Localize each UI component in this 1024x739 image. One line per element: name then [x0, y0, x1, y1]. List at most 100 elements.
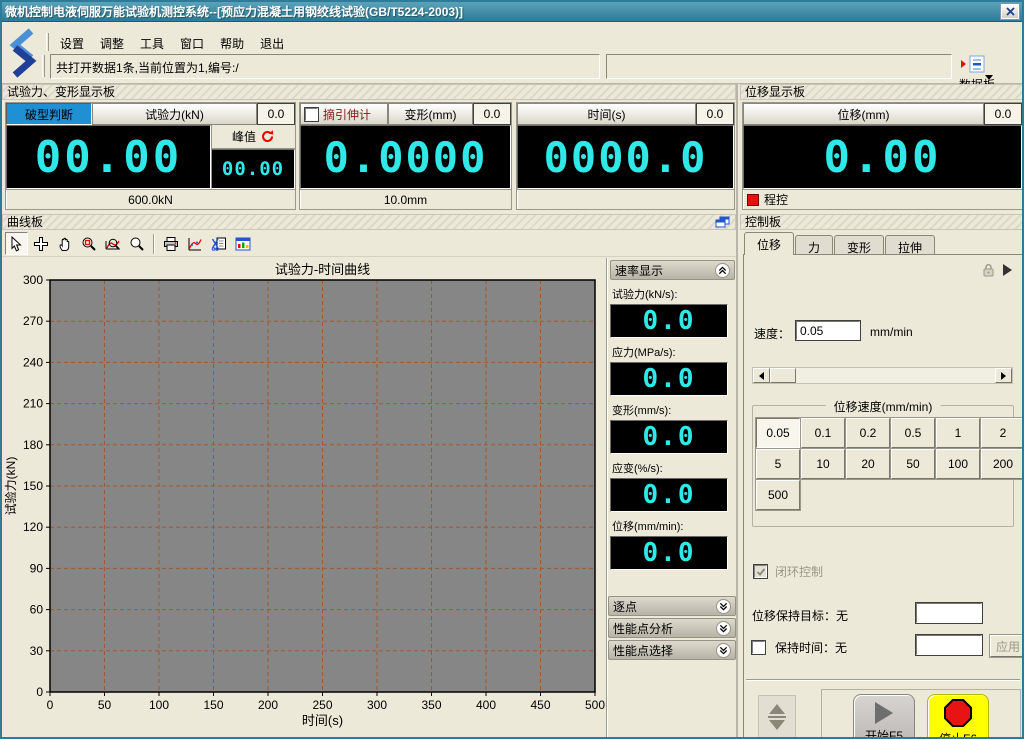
- hold-time-input[interactable]: [916, 635, 982, 655]
- menu-item-adjust[interactable]: 调整: [92, 33, 132, 54]
- lock-play-controls: [982, 263, 1012, 277]
- collapse-button[interactable]: [715, 263, 730, 278]
- force-lcd-display: 00.00: [6, 125, 211, 189]
- force-header-button[interactable]: 试验力(kN): [92, 103, 257, 125]
- apply-button[interactable]: 应用: [990, 635, 1024, 657]
- svg-text:0: 0: [47, 698, 54, 712]
- speed-button-20[interactable]: 20: [846, 449, 890, 479]
- tab-force[interactable]: 力: [795, 235, 833, 255]
- peak-lcd-value: 00.00: [222, 158, 284, 180]
- refresh-icon[interactable]: [260, 129, 275, 144]
- print-button[interactable]: [159, 232, 182, 255]
- expand-button[interactable]: [716, 599, 731, 614]
- restore-icon[interactable]: [715, 216, 731, 229]
- crosshair-tool-button[interactable]: [29, 232, 52, 255]
- svg-text:210: 210: [23, 397, 43, 411]
- scrollbar-thumb[interactable]: [770, 368, 796, 383]
- speed-button-500[interactable]: 500: [756, 480, 800, 510]
- speed-button-5[interactable]: 5: [756, 449, 800, 479]
- force-capacity: 600.0kN: [6, 189, 295, 209]
- panel-performance-analysis[interactable]: 性能点分析: [608, 618, 736, 638]
- zoom-curve-tool-button[interactable]: [101, 232, 124, 255]
- svg-text:试验力(kN): 试验力(kN): [3, 457, 18, 516]
- pan-tool-button[interactable]: [53, 232, 76, 255]
- speed-button-1[interactable]: 1: [936, 418, 980, 448]
- rate-panel-title: 速率显示: [615, 262, 663, 279]
- stop-button[interactable]: 停止F6: [927, 694, 989, 739]
- curve-panel-title: 曲线板: [7, 216, 43, 229]
- panel-performance-select[interactable]: 性能点选择: [608, 640, 736, 660]
- deform-header-button[interactable]: 变形(mm): [388, 103, 473, 125]
- control-panel-title: 控制板: [740, 214, 1024, 230]
- close-button[interactable]: [1001, 4, 1019, 19]
- closed-loop-row: 闭环控制: [754, 563, 823, 580]
- scroll-left-button[interactable]: [753, 368, 770, 383]
- svg-text:180: 180: [23, 438, 43, 452]
- break-detect-toggle[interactable]: 破型判断: [6, 103, 92, 125]
- extensometer-checkbox[interactable]: [305, 108, 318, 121]
- collapsed-panels: 逐点 性能点分析 性能点选择: [608, 596, 736, 662]
- time-header-button[interactable]: 时间(s): [517, 103, 696, 125]
- rate-panel-header[interactable]: 速率显示: [610, 260, 735, 280]
- menu-bar: 设置 调整 工具 窗口 帮助 退出: [52, 33, 292, 54]
- chart-plot[interactable]: 0306090120150180210240270300050100150200…: [2, 257, 606, 737]
- tab-displacement[interactable]: 位移: [744, 232, 794, 255]
- speed-button-200[interactable]: 200: [981, 449, 1024, 479]
- break-detect-label: 破型判断: [25, 106, 73, 123]
- rate-lcd-strain: 0.0: [610, 478, 728, 512]
- copy-chart-button[interactable]: [207, 232, 230, 255]
- menu-item-window[interactable]: 窗口: [172, 33, 212, 54]
- print-icon: [163, 236, 179, 252]
- menu-item-settings[interactable]: 设置: [52, 33, 92, 54]
- speed-button-0.5[interactable]: 0.5: [891, 418, 935, 448]
- scroll-right-button[interactable]: [995, 368, 1012, 383]
- window-title: 微机控制电液伺服万能试验机测控系统--[预应力混凝土用钢绞线试验(GB/T522…: [5, 3, 463, 20]
- displacement-header-button[interactable]: 位移(mm): [743, 103, 984, 125]
- rate-label-deform: 变形(mm/s):: [612, 402, 735, 418]
- start-button[interactable]: 开始F5: [853, 694, 915, 739]
- speed-input[interactable]: [796, 321, 860, 340]
- peak-button[interactable]: 峰值: [211, 125, 295, 149]
- svg-text:240: 240: [23, 355, 43, 369]
- jog-updown-button[interactable]: [758, 695, 796, 739]
- zoom-out-tool-button[interactable]: [125, 232, 148, 255]
- play-icon[interactable]: [1003, 264, 1012, 276]
- zoom-box-icon: [81, 236, 97, 252]
- rate-lcd-force: 0.0: [610, 304, 728, 338]
- extensometer-checkbox-row[interactable]: 摘引伸计: [300, 103, 388, 125]
- rate-label-displacement: 位移(mm/min):: [612, 518, 735, 534]
- tab-deform[interactable]: 变形: [834, 235, 884, 255]
- hold-time-checkbox[interactable]: [752, 641, 765, 654]
- toolbar-separator: [153, 234, 155, 254]
- speed-button-10[interactable]: 10: [801, 449, 845, 479]
- lock-icon[interactable]: [982, 263, 995, 277]
- displacement-panel-title: 位移显示板: [740, 84, 1024, 100]
- speed-button-100[interactable]: 100: [936, 449, 980, 479]
- chart-window-button[interactable]: [231, 232, 254, 255]
- menu-item-exit[interactable]: 退出: [252, 33, 292, 54]
- toolbar-grip: [42, 55, 45, 77]
- panel-pointwise[interactable]: 逐点: [608, 596, 736, 616]
- speed-scrollbar[interactable]: [752, 367, 1013, 384]
- speed-button-0.1[interactable]: 0.1: [801, 418, 845, 448]
- hold-target-input[interactable]: [916, 603, 982, 623]
- program-control-label: 程控: [764, 191, 788, 208]
- scrollbar-track[interactable]: [796, 368, 995, 383]
- pointer-tool-button[interactable]: [5, 232, 28, 255]
- tab-tension[interactable]: 拉伸: [885, 235, 935, 255]
- menu-item-tools[interactable]: 工具: [132, 33, 172, 54]
- curve-style-button[interactable]: [183, 232, 206, 255]
- menu-item-help[interactable]: 帮助: [212, 33, 252, 54]
- deform-aux-text: 0.0: [484, 107, 501, 121]
- speed-button-50[interactable]: 50: [891, 449, 935, 479]
- closed-loop-checkbox[interactable]: [754, 565, 767, 578]
- speed-button-0.2[interactable]: 0.2: [846, 418, 890, 448]
- expand-button[interactable]: [716, 621, 731, 636]
- expand-button[interactable]: [716, 643, 731, 658]
- svg-text:350: 350: [421, 698, 441, 712]
- zoom-box-tool-button[interactable]: [77, 232, 100, 255]
- rate-value-displacement: 0.0: [643, 538, 696, 568]
- speed-button-0.05[interactable]: 0.05: [756, 418, 800, 448]
- deform-header-label: 变形(mm): [405, 106, 457, 123]
- speed-button-2[interactable]: 2: [981, 418, 1024, 448]
